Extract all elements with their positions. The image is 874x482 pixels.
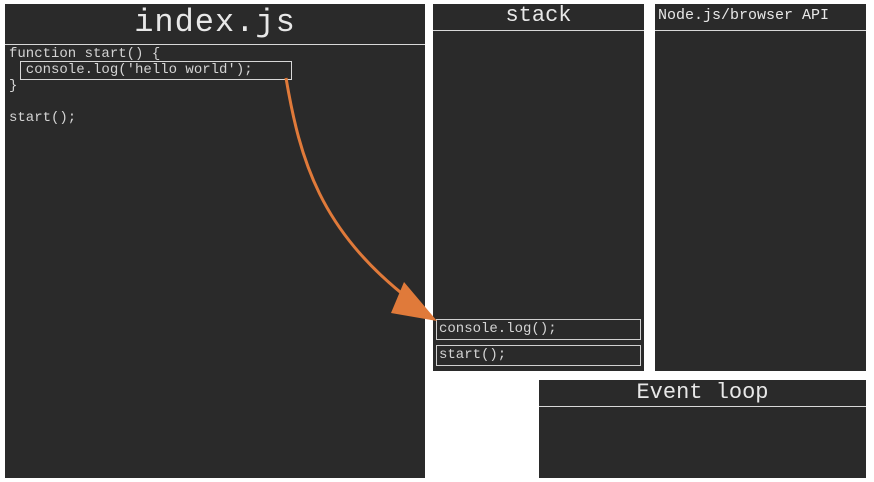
event-loop-title-divider (539, 406, 866, 407)
api-title: Node.js/browser API (658, 7, 830, 24)
code-line-start-call: start(); (9, 110, 77, 126)
api-panel: Node.js/browser API (655, 4, 866, 371)
stack-panel: stack console.log(); start(); (433, 4, 644, 371)
stack-frame-console-log: console.log(); (436, 319, 641, 340)
api-title-divider (655, 30, 866, 31)
editor-title-divider (5, 44, 425, 45)
stack-frame-start: start(); (436, 345, 641, 366)
stack-title: stack (505, 4, 572, 28)
code-line-function: function start() { (9, 46, 161, 62)
event-loop-panel: Event loop (539, 380, 866, 478)
stack-title-divider (433, 30, 644, 31)
code-line-close-brace: } (9, 78, 18, 94)
editor-panel: index.js function start() { console.log(… (5, 4, 425, 478)
event-loop-title: Event loop (636, 380, 769, 405)
code-line-console-log: console.log('hello world'); (9, 62, 253, 78)
editor-title: index.js (134, 4, 296, 41)
